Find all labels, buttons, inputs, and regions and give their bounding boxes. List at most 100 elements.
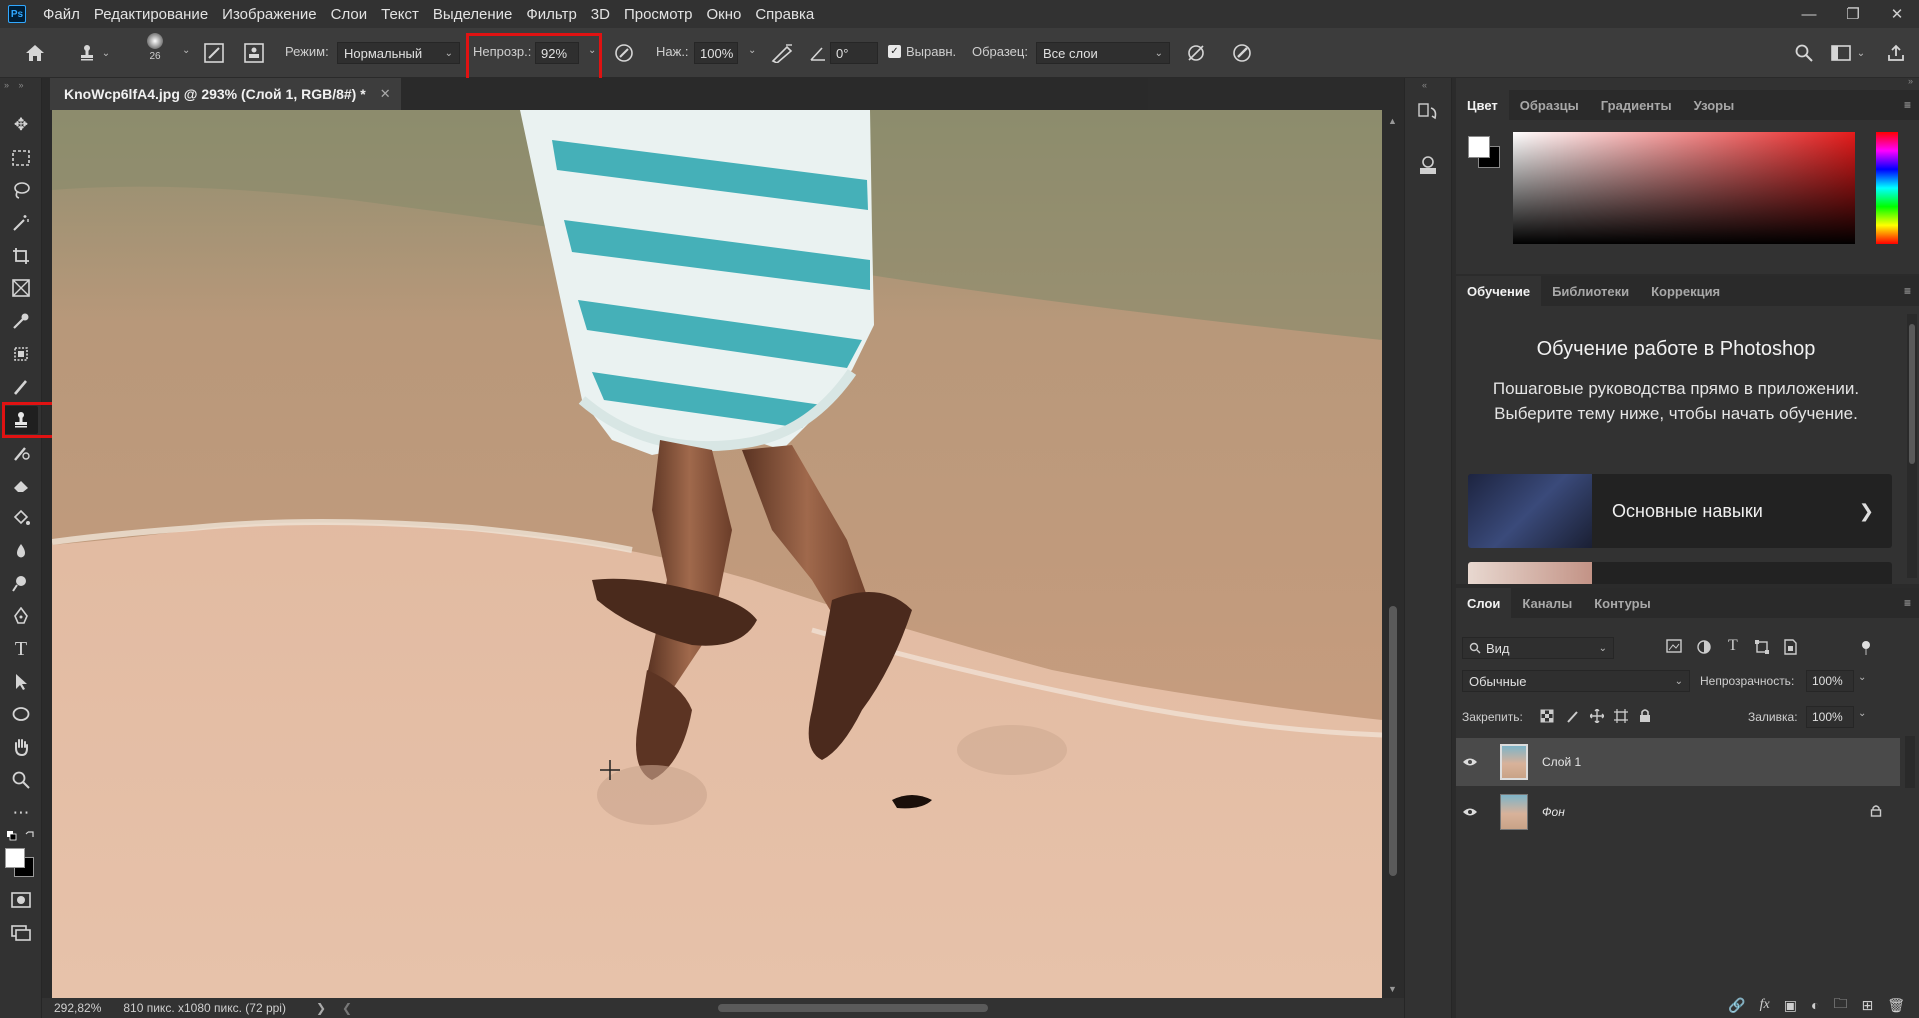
link-layers-icon[interactable]: 🔗: [1728, 997, 1745, 1014]
tab-paths[interactable]: Контуры: [1583, 588, 1662, 618]
lock-pixels-icon[interactable]: [1566, 709, 1584, 725]
horizontal-scroll-thumb[interactable]: [718, 1004, 988, 1012]
quick-mask-icon[interactable]: [4, 886, 38, 914]
tab-color[interactable]: Цвет: [1456, 90, 1509, 120]
learn-card-basics[interactable]: Основные навыки ❯: [1468, 474, 1892, 548]
history-brush-tool-icon[interactable]: [4, 439, 38, 467]
dodge-tool-icon[interactable]: [4, 569, 38, 597]
crop-tool-icon[interactable]: [4, 242, 38, 270]
pressure-opacity-icon[interactable]: [612, 41, 636, 65]
scroll-down-icon[interactable]: ▼: [1388, 984, 1397, 994]
chevron-down-icon[interactable]: ⌄: [1858, 708, 1866, 719]
fill-input[interactable]: 100%: [1806, 706, 1854, 728]
panel-menu-icon[interactable]: ≡: [1904, 284, 1911, 298]
new-group-icon[interactable]: 🗀: [1833, 993, 1847, 1017]
visibility-eye-icon[interactable]: [1462, 755, 1478, 770]
pen-tool-icon[interactable]: [4, 602, 38, 630]
zoom-tool-icon[interactable]: [4, 766, 38, 794]
pressure-size-icon[interactable]: [1230, 41, 1254, 65]
pressure-input[interactable]: 100%: [694, 42, 738, 64]
visibility-eye-icon[interactable]: [1462, 805, 1478, 820]
panel-menu-icon[interactable]: ≡: [1904, 596, 1911, 610]
filter-smart-object-icon[interactable]: [1782, 639, 1806, 657]
layer-opacity-input[interactable]: 100%: [1806, 670, 1854, 692]
menu-image[interactable]: Изображение: [215, 6, 324, 23]
add-mask-icon[interactable]: ▣: [1784, 997, 1797, 1014]
menu-3d[interactable]: 3D: [584, 6, 617, 23]
history-panel-icon[interactable]: [1417, 102, 1441, 126]
filter-shape-icon[interactable]: [1754, 639, 1778, 657]
mode-dropdown[interactable]: Нормальный ⌄: [337, 42, 460, 64]
layers-scrollbar[interactable]: [1905, 736, 1915, 788]
panel-menu-icon[interactable]: ≡: [1904, 98, 1911, 112]
frame-tool-icon[interactable]: [4, 274, 38, 302]
move-tool-icon[interactable]: ✥: [4, 111, 38, 139]
blend-mode-dropdown[interactable]: Обычные ⌄: [1462, 670, 1690, 692]
lock-artboard-icon[interactable]: [1614, 709, 1632, 725]
menu-window[interactable]: Окно: [699, 6, 748, 23]
document-tab[interactable]: KnoWcp6lfA4.jpg @ 293% (Слой 1, RGB/8#) …: [50, 78, 401, 110]
filter-type-icon[interactable]: T: [1728, 637, 1748, 657]
aligned-checkbox[interactable]: ✓ Выравн.: [888, 44, 956, 59]
filter-toggle-icon[interactable]: [1860, 640, 1874, 655]
menu-file[interactable]: Файл: [36, 6, 87, 23]
ignore-adjustment-layers-icon[interactable]: [1184, 41, 1208, 65]
magic-wand-tool-icon[interactable]: [4, 209, 38, 237]
menu-edit[interactable]: Редактирование: [87, 6, 215, 23]
filter-pixel-icon[interactable]: [1666, 639, 1690, 657]
layer-row-background[interactable]: Фон: [1456, 788, 1919, 836]
lock-position-icon[interactable]: [1589, 708, 1608, 725]
close-tab-icon[interactable]: ✕: [380, 86, 391, 102]
marquee-tool-icon[interactable]: [4, 144, 38, 172]
document-canvas[interactable]: [52, 110, 1382, 998]
lock-all-icon[interactable]: [1638, 708, 1656, 724]
layer-lock-icon[interactable]: [1870, 804, 1882, 820]
hue-slider[interactable]: [1876, 132, 1898, 244]
clone-stamp-preset-icon[interactable]: ⌄: [74, 41, 114, 65]
collapse-panels-icon[interactable]: »: [1908, 76, 1913, 86]
zoom-level[interactable]: 292,82%: [54, 1001, 101, 1015]
airbrush-icon[interactable]: [770, 41, 794, 65]
angle-input[interactable]: 0°: [830, 42, 878, 64]
layer-style-icon[interactable]: fx: [1760, 997, 1770, 1013]
collapse-dock-icon[interactable]: «: [1422, 80, 1427, 90]
status-menu-icon[interactable]: ❯: [316, 1001, 326, 1015]
scroll-up-icon[interactable]: ▲: [1388, 116, 1397, 126]
layer-name[interactable]: Фон: [1542, 805, 1565, 819]
tab-patterns[interactable]: Узоры: [1683, 90, 1746, 120]
brush-settings-icon[interactable]: [202, 41, 226, 65]
menu-view[interactable]: Просмотр: [617, 6, 700, 23]
type-tool-icon[interactable]: T: [4, 635, 38, 663]
adjustment-layer-icon[interactable]: ◐: [1811, 997, 1819, 1013]
learn-card-next[interactable]: [1468, 562, 1892, 584]
default-colors-icon[interactable]: [4, 828, 38, 844]
foreground-color-swatch[interactable]: [5, 848, 25, 868]
clone-source-icon[interactable]: [242, 41, 266, 65]
home-icon[interactable]: [20, 41, 50, 65]
path-selection-tool-icon[interactable]: [4, 668, 38, 696]
share-icon[interactable]: [1884, 41, 1908, 65]
chevron-down-icon[interactable]: ⌄: [182, 45, 190, 56]
search-icon[interactable]: [1792, 41, 1816, 65]
tab-gradients[interactable]: Градиенты: [1590, 90, 1683, 120]
brush-preset-picker[interactable]: 26: [138, 33, 172, 73]
lock-transparent-icon[interactable]: [1540, 709, 1558, 725]
restore-icon[interactable]: ❐: [1831, 0, 1875, 28]
layer-name[interactable]: Слой 1: [1542, 755, 1581, 769]
chevron-down-icon[interactable]: ⌄: [1858, 672, 1866, 683]
panel-collapse-icon[interactable]: »: [4, 80, 34, 90]
tab-swatches[interactable]: Образцы: [1509, 90, 1590, 120]
properties-panel-icon[interactable]: [1417, 154, 1441, 178]
menu-filter[interactable]: Фильтр: [519, 6, 583, 23]
more-tools-icon[interactable]: ⋯: [4, 799, 38, 827]
menu-text[interactable]: Текст: [374, 6, 426, 23]
paint-bucket-tool-icon[interactable]: [4, 504, 38, 532]
color-field[interactable]: [1513, 132, 1855, 244]
brush-tool-icon[interactable]: [4, 373, 38, 401]
screen-mode-icon[interactable]: [4, 919, 38, 947]
scroll-left-icon[interactable]: ❮: [342, 1001, 352, 1015]
minimize-icon[interactable]: —: [1787, 0, 1831, 28]
menu-select[interactable]: Выделение: [426, 6, 519, 23]
vertical-scrollbar[interactable]: ▲ ▼: [1382, 110, 1404, 998]
close-icon[interactable]: ✕: [1875, 0, 1919, 28]
